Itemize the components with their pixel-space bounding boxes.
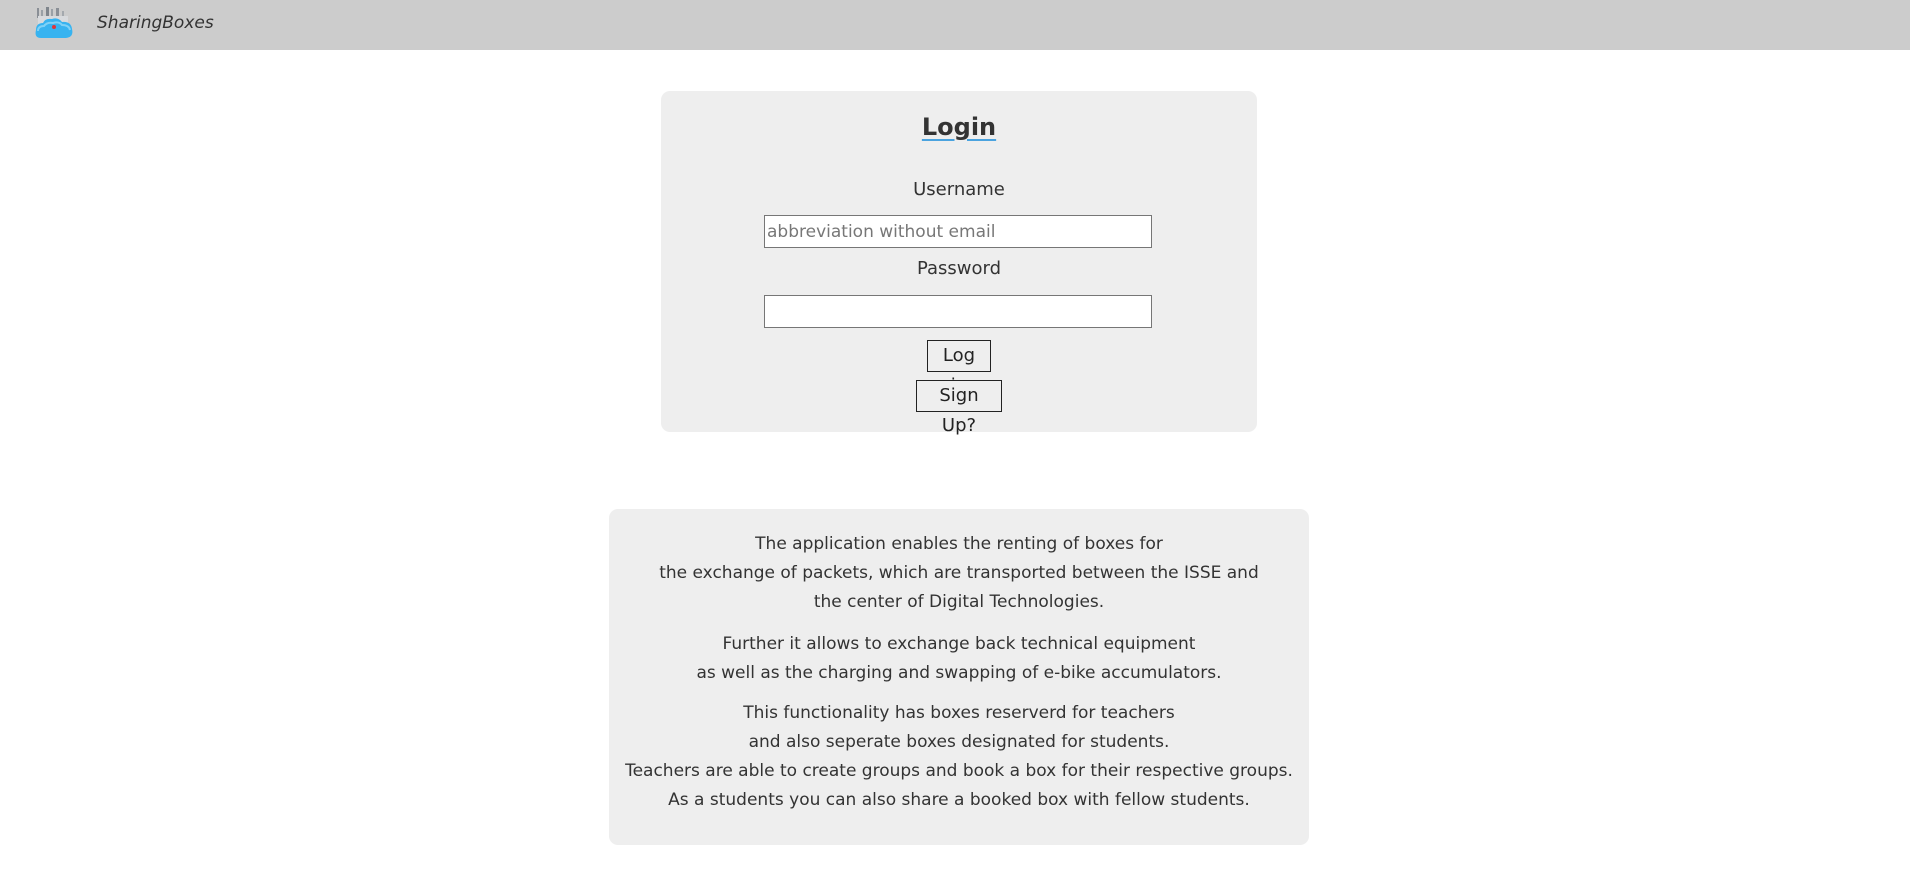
login-card: Login Username Password Log in Sign Up? <box>661 91 1257 436</box>
info-line: As a students you can also share a booke… <box>668 790 1250 810</box>
password-input[interactable] <box>764 295 1152 328</box>
signup-button[interactable]: Sign Up? <box>916 380 1002 436</box>
cloud-box-logo-icon[interactable] <box>32 6 76 42</box>
info-line: and also seperate boxes designated for s… <box>748 732 1170 752</box>
info-line: Further it allows to exchange back techn… <box>722 634 1196 654</box>
info-line: Teachers are able to create groups and b… <box>625 761 1293 781</box>
info-paragraph-1: The application enables the renting of b… <box>609 530 1309 617</box>
top-navbar: SharingBoxes <box>0 0 1910 50</box>
login-title: Login <box>921 113 997 141</box>
info-line: The application enables the renting of b… <box>755 534 1163 554</box>
info-line: the center of Digital Technologies. <box>813 592 1105 612</box>
username-label: Username <box>913 179 1005 200</box>
info-line: the exchange of packets, which are trans… <box>659 563 1259 583</box>
info-paragraph-3: This functionality has boxes reserverd f… <box>609 699 1309 815</box>
brand-name[interactable]: SharingBoxes <box>97 13 214 33</box>
username-input[interactable] <box>764 215 1152 248</box>
info-paragraph-2: Further it allows to exchange back techn… <box>609 630 1309 688</box>
login-button[interactable]: Log in <box>927 340 991 396</box>
password-label: Password <box>916 258 1002 279</box>
info-line: as well as the charging and swapping of … <box>696 663 1222 683</box>
info-line: This functionality has boxes reserverd f… <box>743 703 1175 723</box>
info-card: The application enables the renting of b… <box>609 509 1309 845</box>
